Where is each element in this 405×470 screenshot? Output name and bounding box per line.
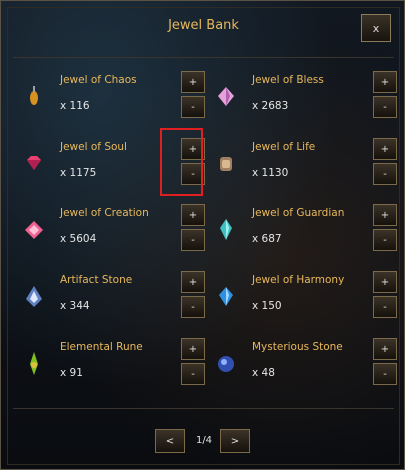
item-jewel-of-guardian: Jewel of Guardian x 687 + -	[207, 204, 397, 262]
deposit-plus-button[interactable]: +	[373, 271, 397, 293]
selection-highlight-box	[160, 128, 203, 196]
item-count: x 344	[60, 300, 90, 312]
window-title: Jewel Bank	[168, 18, 239, 33]
withdraw-minus-button[interactable]: -	[373, 163, 397, 185]
item-count: x 48	[252, 367, 275, 379]
item-name: Mysterious Stone	[252, 341, 343, 353]
item-name: Artifact Stone	[60, 274, 133, 286]
withdraw-minus-button[interactable]: -	[181, 296, 205, 318]
withdraw-minus-button[interactable]: -	[181, 229, 205, 251]
item-name: Jewel of Chaos	[60, 74, 137, 86]
jewel-of-guardian-icon	[220, 219, 232, 240]
divider-bottom	[13, 408, 394, 409]
item-count: x 687	[252, 233, 282, 245]
prev-page-button[interactable]: <	[155, 429, 185, 453]
artifact-stone-icon	[26, 286, 42, 307]
jewel-of-life-icon	[220, 157, 232, 171]
withdraw-minus-button[interactable]: -	[373, 296, 397, 318]
item-name: Elemental Rune	[60, 341, 143, 353]
item-jewel-of-bless: Jewel of Bless x 2683 + -	[207, 71, 397, 129]
deposit-plus-button[interactable]: +	[373, 138, 397, 160]
next-page-button[interactable]: >	[220, 429, 250, 453]
jewel-of-harmony-icon	[219, 287, 233, 306]
mysterious-stone-icon	[218, 356, 234, 372]
deposit-plus-button[interactable]: +	[181, 204, 205, 226]
withdraw-minus-button[interactable]: -	[373, 96, 397, 118]
page-indicator: 1/4	[195, 435, 213, 446]
close-button[interactable]: x	[361, 14, 391, 42]
deposit-plus-button[interactable]: +	[181, 338, 205, 360]
item-count: x 1175	[60, 167, 97, 179]
deposit-plus-button[interactable]: +	[181, 71, 205, 93]
withdraw-minus-button[interactable]: -	[373, 229, 397, 251]
item-count: x 1130	[252, 167, 289, 179]
item-jewel-of-creation: Jewel of Creation x 5604 + -	[15, 204, 205, 262]
item-count: x 2683	[252, 100, 289, 112]
jewel-of-chaos-icon	[30, 86, 38, 105]
item-name: Jewel of Guardian	[252, 207, 345, 219]
item-count: x 5604	[60, 233, 97, 245]
item-count: x 116	[60, 100, 90, 112]
jewel-of-soul-icon	[27, 156, 41, 170]
jewel-of-creation-icon	[25, 221, 43, 239]
item-count: x 91	[60, 367, 83, 379]
item-name: Jewel of Bless	[252, 74, 324, 86]
divider-top	[13, 57, 394, 58]
item-count: x 150	[252, 300, 282, 312]
item-jewel-of-harmony: Jewel of Harmony x 150 + -	[207, 271, 397, 329]
deposit-plus-button[interactable]: +	[373, 338, 397, 360]
deposit-plus-button[interactable]: +	[373, 71, 397, 93]
withdraw-minus-button[interactable]: -	[181, 96, 205, 118]
item-mysterious-stone: Mysterious Stone x 48 + -	[207, 338, 397, 396]
item-name: Jewel of Life	[252, 141, 316, 153]
item-jewel-of-life: Jewel of Life x 1130 + -	[207, 138, 397, 196]
elemental-rune-icon	[30, 352, 38, 375]
deposit-plus-button[interactable]: +	[181, 271, 205, 293]
jewel-of-bless-icon	[218, 87, 234, 106]
item-name: Jewel of Creation	[60, 207, 149, 219]
item-jewel-of-chaos: Jewel of Chaos x 116 + -	[15, 71, 205, 129]
item-elemental-rune: Elemental Rune x 91 + -	[15, 338, 205, 396]
item-name: Jewel of Harmony	[252, 274, 345, 286]
item-name: Jewel of Soul	[60, 141, 127, 153]
deposit-plus-button[interactable]: +	[373, 204, 397, 226]
jewel-bank-window: Jewel Bank x Jewel of Chaos x 116 + - Je…	[0, 0, 405, 470]
withdraw-minus-button[interactable]: -	[373, 363, 397, 385]
item-artifact-stone: Artifact Stone x 344 + -	[15, 271, 205, 329]
withdraw-minus-button[interactable]: -	[181, 363, 205, 385]
